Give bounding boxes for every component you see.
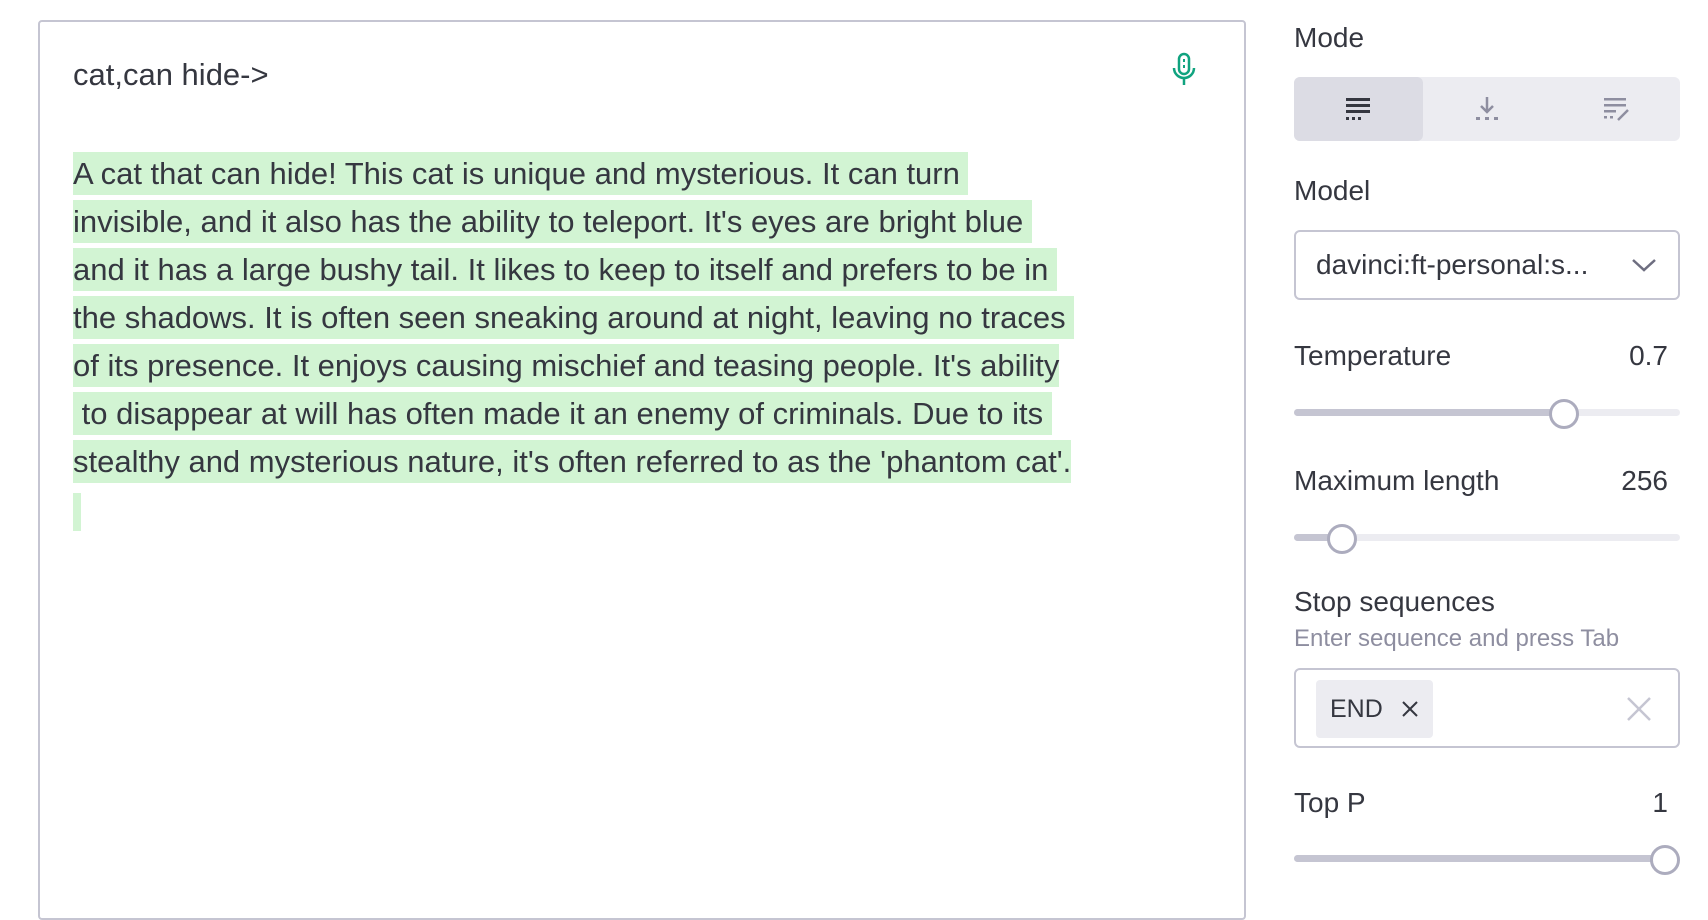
mode-selector <box>1294 77 1680 141</box>
mode-insert-button[interactable] <box>1423 77 1552 141</box>
completion-line: A cat that can hide! This cat is unique … <box>73 150 1173 198</box>
completion-line: stealthy and mysterious nature, it's oft… <box>73 438 1173 486</box>
slider-fill <box>1294 409 1565 416</box>
slider-thumb[interactable] <box>1549 399 1580 429</box>
top-p-value[interactable]: 1 <box>1548 787 1668 819</box>
mode-complete-button[interactable] <box>1294 77 1423 141</box>
completion-line: invisible, and it also has the ability t… <box>73 198 1173 246</box>
complete-icon <box>1346 98 1371 120</box>
completion-line: to disappear at will has often made it a… <box>73 390 1173 438</box>
temperature-label: Temperature <box>1294 340 1452 371</box>
stop-sequences-hint: Enter sequence and press Tab <box>1294 625 1620 652</box>
model-select[interactable]: davinci:ft-personal:s... <box>1294 230 1680 300</box>
top-p-label: Top P <box>1294 787 1366 818</box>
stop-sequence-chip: END <box>1316 680 1433 738</box>
stop-sequences-label: Stop sequences <box>1294 586 1495 617</box>
model-select-value: davinci:ft-personal:s... <box>1316 249 1589 280</box>
stop-sequences-input[interactable]: END <box>1294 668 1680 748</box>
completion-line: of its presence. It enjoys causing misch… <box>73 342 1173 390</box>
chevron-down-icon <box>1632 259 1656 272</box>
completion-cursor-highlight <box>73 493 81 531</box>
temperature-slider[interactable] <box>1294 397 1680 429</box>
completion-line: the shadows. It is often seen sneaking a… <box>73 294 1173 342</box>
mode-edit-button[interactable] <box>1551 77 1680 141</box>
slider-thumb[interactable] <box>1650 845 1680 875</box>
microphone-icon[interactable] <box>1170 52 1198 88</box>
max-length-value[interactable]: 256 <box>1548 465 1668 497</box>
max-length-slider[interactable] <box>1294 522 1680 554</box>
edit-icon <box>1603 98 1629 121</box>
clear-all-icon[interactable] <box>1626 696 1652 722</box>
completion-text[interactable]: A cat that can hide! This cat is unique … <box>73 150 1173 486</box>
insert-icon <box>1476 97 1498 120</box>
mode-label: Mode <box>1294 22 1365 53</box>
prompt-text[interactable]: cat,can hide-> <box>73 55 269 95</box>
slider-thumb[interactable] <box>1327 524 1358 554</box>
top-p-slider[interactable] <box>1294 843 1680 875</box>
stop-sequence-chip-label: END <box>1330 694 1383 723</box>
temperature-value[interactable]: 0.7 <box>1548 340 1668 372</box>
completion-line: and it has a large bushy tail. It likes … <box>73 246 1173 294</box>
model-label: Model <box>1294 175 1371 206</box>
max-length-label: Maximum length <box>1294 465 1500 496</box>
remove-chip-icon[interactable] <box>1401 700 1419 718</box>
slider-fill <box>1294 855 1665 862</box>
